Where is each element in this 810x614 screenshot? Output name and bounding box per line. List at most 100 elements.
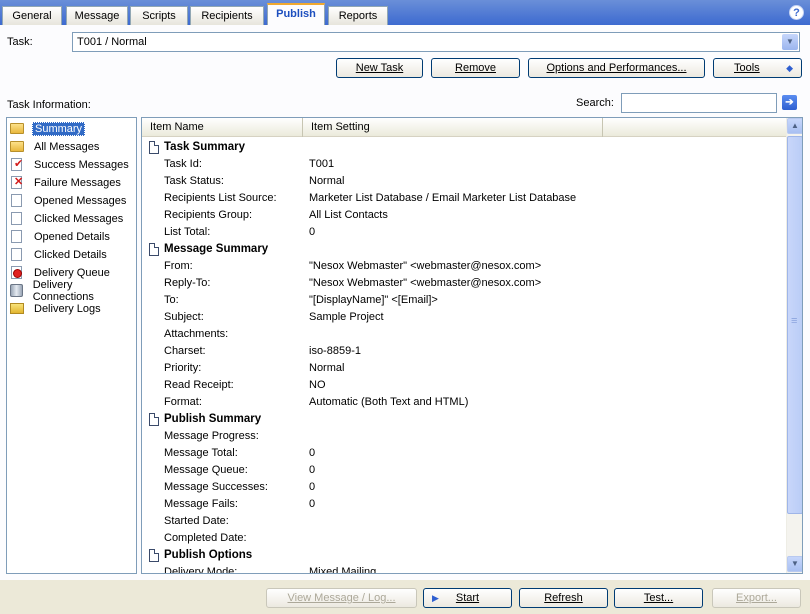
grid-header: Item Name Item Setting [142,118,787,137]
help-icon[interactable]: ? [789,5,804,20]
section-row[interactable]: Publish Summary [142,411,787,428]
item-name: Recipients Group: [164,209,253,221]
page-icon [11,212,22,225]
scroll-thumb[interactable] [787,136,802,514]
table-row[interactable]: Started Date: [142,513,787,530]
vertical-scrollbar[interactable]: ▲ ▼ [786,118,802,573]
item-name: Message Fails: [164,498,238,510]
nav-item-clicked-messages[interactable]: Clicked Messages [10,210,125,227]
start-button[interactable]: ▶ Start [423,588,512,608]
table-row[interactable]: List Total: 0 [142,224,787,241]
nav-item-opened-details[interactable]: Opened Details [10,228,112,245]
item-name: Reply-To: [164,277,211,289]
tab-general[interactable]: General [2,6,62,25]
view-message-log-button[interactable]: View Message / Log... [266,588,417,608]
search-go-icon[interactable]: ➔ [782,95,797,110]
check-icon [11,157,23,171]
test-button[interactable]: Test... [614,588,703,608]
table-row[interactable]: Message Fails: 0 [142,496,787,513]
table-row[interactable]: To: "[DisplayName]" <[Email]> [142,292,787,309]
table-row[interactable]: From: "Nesox Webmaster" <webmaster@nesox.… [142,258,787,275]
item-name: Task Status: [164,175,224,187]
section-row[interactable]: Message Summary [142,241,787,258]
table-row[interactable]: Charset: iso-8859-1 [142,343,787,360]
item-name: Message Summary [164,243,269,255]
tab-publish[interactable]: Publish [267,3,325,25]
tab-recipients[interactable]: Recipients [190,6,264,25]
nav-item-clicked-details[interactable]: Clicked Details [10,246,109,263]
new-task-button[interactable]: New Task [336,58,423,78]
grid-rows: Task Summary Task Id: T001 Task Status: Norm… [142,139,787,573]
item-name: Delivery Mode: [164,566,238,573]
page-icon [11,248,22,261]
nav-item-opened-messages[interactable]: Opened Messages [10,192,128,209]
table-row[interactable]: Message Queue: 0 [142,462,787,479]
item-name: Message Progress: [164,430,259,442]
table-row[interactable]: Message Successes: 0 [142,479,787,496]
tab-scripts[interactable]: Scripts [130,6,188,25]
item-setting: Mixed Mailing [309,566,377,573]
search-input[interactable] [621,93,777,113]
item-name: Publish Summary [164,413,262,425]
remove-button[interactable]: Remove [431,58,520,78]
item-setting: Automatic (Both Text and HTML) [309,396,469,408]
table-row[interactable]: Attachments: [142,326,787,343]
item-setting: Normal [309,362,345,374]
table-row[interactable]: Task Id: T001 [142,156,787,173]
task-information-label: Task Information: [7,99,91,111]
stop-icon [11,266,22,279]
folder-icon [10,141,24,152]
table-row[interactable]: Message Total: 0 [142,445,787,462]
item-name: Format: [164,396,202,408]
item-setting: 0 [309,498,316,510]
section-row[interactable]: Publish Options [142,547,787,564]
table-row[interactable]: Task Status: Normal [142,173,787,190]
nav-item-all-messages[interactable]: All Messages [10,138,101,155]
column-header-item-setting[interactable]: Item Setting [303,118,603,137]
table-row[interactable]: Read Receipt: NO [142,377,787,394]
item-name: From: [164,260,193,272]
table-row[interactable]: Recipients Group: All List Contacts [142,207,787,224]
nav-item-delivery-connections[interactable]: Delivery Connections [10,279,136,303]
scroll-down-icon[interactable]: ▼ [787,556,802,572]
task-select[interactable]: T001 / Normal ▼ [72,32,800,52]
log-icon [10,303,24,314]
tab-reports[interactable]: Reports [328,6,388,25]
table-row[interactable]: Message Progress: [142,428,787,445]
tab-message[interactable]: Message [66,6,128,25]
table-row[interactable]: Format: Automatic (Both Text and HTML) [142,394,787,411]
item-name: Task Id: [164,158,202,170]
task-info-tree: Summary All Messages Success Messages Fa… [6,117,137,574]
scroll-up-icon[interactable]: ▲ [787,118,802,134]
table-row[interactable]: Priority: Normal [142,360,787,377]
export-button[interactable]: Export... [712,588,801,608]
document-icon [149,141,159,154]
item-name: List Total: [164,226,211,238]
tools-dropdown-icon: ◆ [786,63,793,73]
item-name: Message Successes: [164,481,268,493]
section-row[interactable]: Task Summary [142,139,787,156]
table-row[interactable]: Delivery Mode: Mixed Mailing [142,564,787,573]
table-row[interactable]: Completed Date: [142,530,787,547]
table-row[interactable]: Reply-To: "Nesox Webmaster" <webmaster@ne… [142,275,787,292]
item-name: Task Summary [164,141,245,153]
item-setting: 0 [309,447,316,459]
summary-grid: Item Name Item Setting Task Summary Task … [141,117,803,574]
table-row[interactable]: Subject: Sample Project [142,309,787,326]
item-name: Completed Date: [164,532,247,544]
nav-item-delivery-logs[interactable]: Delivery Logs [10,300,103,317]
nav-item-summary[interactable]: Summary [10,120,86,137]
nav-item-success-messages[interactable]: Success Messages [10,156,131,173]
table-row[interactable]: Recipients List Source: Marketer List Dat… [142,190,787,207]
tools-button[interactable]: Tools ◆ [713,58,802,78]
item-setting: "[DisplayName]" <[Email]> [309,294,438,306]
refresh-button[interactable]: Refresh [519,588,608,608]
item-setting: 0 [309,226,316,238]
column-header-item-name[interactable]: Item Name [142,118,303,137]
folder-icon [10,123,24,134]
item-setting: Sample Project [309,311,384,323]
options-button[interactable]: Options and Performances... [528,58,705,78]
nav-item-failure-messages[interactable]: Failure Messages [10,174,123,191]
item-name: Publish Options [164,549,253,561]
chevron-down-icon[interactable]: ▼ [782,34,798,50]
